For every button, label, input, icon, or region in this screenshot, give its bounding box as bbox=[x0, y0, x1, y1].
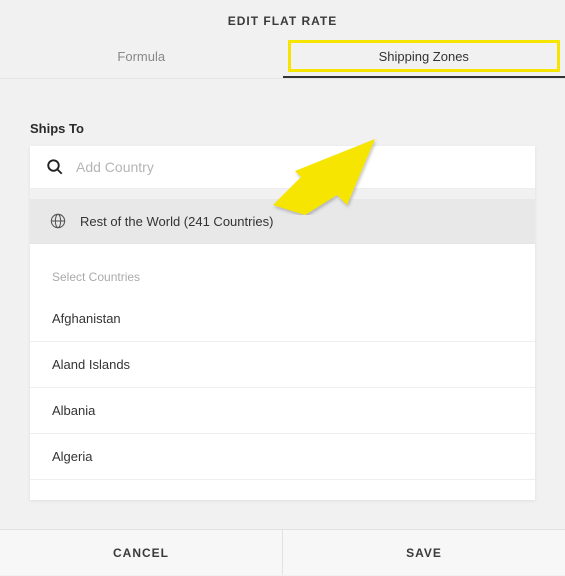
modal-header: EDIT FLAT RATE Formula Shipping Zones bbox=[0, 0, 565, 79]
save-button[interactable]: SAVE bbox=[283, 530, 565, 575]
list-item[interactable]: Aland Islands bbox=[30, 342, 535, 388]
list-item[interactable]: Albania bbox=[30, 388, 535, 434]
globe-icon bbox=[50, 213, 66, 229]
rest-of-world-row[interactable]: Rest of the World (241 Countries) bbox=[30, 199, 535, 244]
list-item[interactable]: Algeria bbox=[30, 434, 535, 480]
tab-shipping-zones-label: Shipping Zones bbox=[379, 49, 469, 64]
list-item[interactable]: Afghanistan bbox=[30, 296, 535, 342]
search-row bbox=[30, 146, 535, 189]
rest-of-world-label: Rest of the World (241 Countries) bbox=[80, 214, 273, 229]
ships-to-label: Ships To bbox=[30, 121, 535, 136]
tab-shipping-zones[interactable]: Shipping Zones bbox=[283, 40, 565, 78]
active-tab-underline bbox=[283, 76, 565, 78]
select-countries-label: Select Countries bbox=[30, 244, 535, 296]
search-input[interactable] bbox=[76, 159, 519, 175]
content-area: Ships To Rest of the World (241 Countrie… bbox=[0, 79, 565, 500]
modal-title: EDIT FLAT RATE bbox=[0, 0, 565, 40]
tab-bar: Formula Shipping Zones bbox=[0, 40, 565, 78]
country-panel: Rest of the World (241 Countries) Select… bbox=[30, 146, 535, 500]
footer-bar: CANCEL SAVE bbox=[0, 529, 565, 575]
panel-padding bbox=[30, 480, 535, 500]
cancel-button[interactable]: CANCEL bbox=[0, 530, 283, 575]
tab-formula[interactable]: Formula bbox=[0, 40, 283, 78]
panel-divider bbox=[30, 189, 535, 199]
search-icon bbox=[46, 158, 64, 176]
